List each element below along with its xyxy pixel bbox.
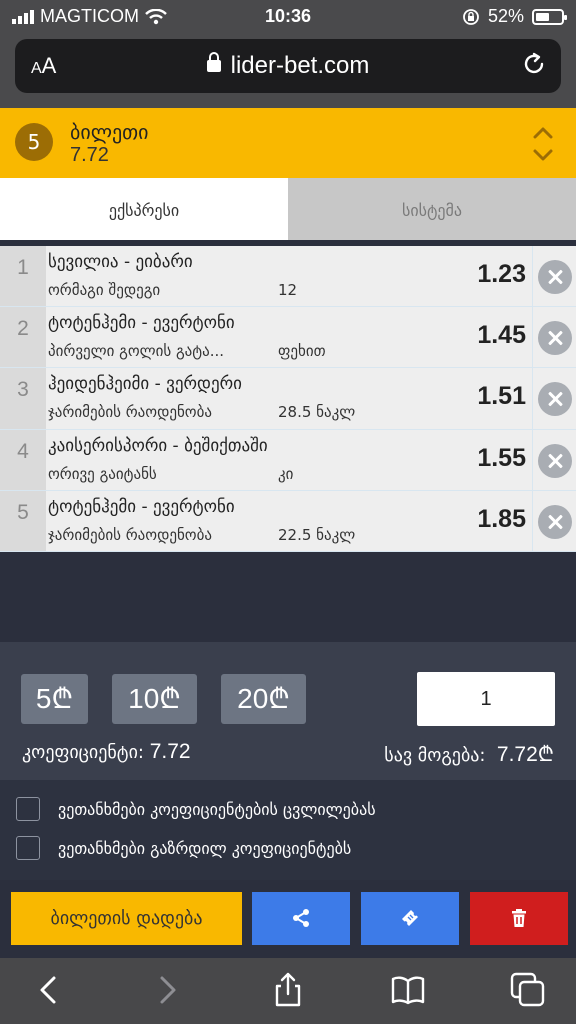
tab-system[interactable]: სისტემა: [288, 178, 576, 240]
accept-odds-change-checkbox[interactable]: [16, 797, 40, 821]
agreement-options: ვეთანხმები კოეფიციენტების ცვლილებას ვეთა…: [0, 780, 576, 880]
rotation-lock-icon: [463, 8, 479, 25]
quick-stake-20-button[interactable]: 20₾: [221, 674, 306, 724]
bet-event: ჰეიდენჰეიმი - ვერდერი: [48, 374, 242, 395]
ticket-button[interactable]: [361, 892, 459, 945]
coefficient-label: კოეფიციენტი:: [22, 742, 144, 763]
bet-pick: კი: [278, 464, 294, 483]
bet-row: 4 კაისერისპორი - ბეშიქთაში ორივე გაიტანს…: [0, 429, 576, 491]
bet-row: 1 სევილია - ეიბარი ორმაგი შედეგი 12 1.23: [0, 246, 576, 308]
possible-win-line: სავ მოგება: 7.72₾: [384, 740, 554, 768]
possible-win-value: 7.72₾: [496, 743, 554, 766]
stake-amount-input[interactable]: [417, 672, 555, 726]
bet-pick: 22.5 ნაკლ: [278, 525, 356, 544]
sort-toggle-icon[interactable]: [532, 124, 554, 164]
bet-odds: 1.23: [477, 260, 526, 288]
accept-increased-odds-checkbox[interactable]: [16, 836, 40, 860]
bet-odds: 1.45: [477, 321, 526, 350]
bet-event: ტოტენჰემი - ევერტონი: [48, 313, 235, 334]
bet-index: 5: [0, 490, 46, 551]
tabs-icon[interactable]: [510, 972, 546, 1008]
bet-index: 1: [0, 246, 46, 307]
ticket-count-badge: 5: [15, 123, 53, 161]
checkbox-label: ვეთანხმები კოეფიციენტების ცვლილებას: [58, 799, 376, 819]
bet-type-tabs: ექსპრესი სისტემა: [0, 178, 576, 240]
action-bar: ბილეთის დადება: [0, 880, 576, 958]
bet-row: 5 ტოტენჰემი - ევერტონი ჯარიმების რაოდენო…: [0, 490, 576, 552]
remove-icon[interactable]: [538, 321, 572, 356]
forward-icon[interactable]: [150, 972, 186, 1008]
lock-icon: [206, 52, 221, 72]
remove-icon[interactable]: [538, 443, 572, 478]
ticket-total-odds: 7.72: [70, 144, 109, 166]
ticket-header[interactable]: 5 ბილეთი 7.72: [0, 108, 576, 178]
checkbox-label: ვეთანხმები გაზრდილ კოეფიციენტებს: [58, 838, 352, 858]
delete-button[interactable]: [470, 892, 568, 945]
bet-odds: 1.85: [477, 504, 526, 533]
bet-event: სევილია - ეიბარი: [48, 252, 193, 272]
bet-pick: 12: [278, 281, 298, 299]
bet-row: 3 ჰეიდენჰეიმი - ვერდერი ჯარიმების რაოდენ…: [0, 368, 576, 430]
bet-market: ორმაგი შედეგი: [48, 281, 161, 299]
accept-odds-change-option[interactable]: ვეთანხმები კოეფიციენტების ცვლილებას: [16, 797, 376, 821]
address-bar[interactable]: AA lider-bet.com: [15, 39, 561, 93]
share-icon: [293, 909, 309, 927]
share-sheet-icon[interactable]: [270, 972, 306, 1008]
bet-odds: 1.51: [477, 382, 526, 411]
bet-pick: 28.5 ნაკლ: [278, 403, 356, 422]
trash-icon: [512, 909, 526, 927]
remove-icon[interactable]: [538, 504, 572, 539]
status-bar: MAGTICOM 10:36 52%: [0, 0, 576, 34]
stake-panel: 5₾ 10₾ 20₾ კოეფიციენტი: 7.72 სავ მოგება:…: [0, 642, 576, 780]
bet-market: ჯარიმების რაოდენობა: [48, 403, 212, 422]
bet-odds: 1.55: [477, 443, 526, 472]
bet-market: პირველი გოლის გატა...: [48, 342, 225, 361]
bet-list: 1 სევილია - ეიბარი ორმაგი შედეგი 12 1.23…: [0, 246, 576, 552]
battery-percent: 52%: [487, 6, 524, 26]
coefficient-line: კოეფიციენტი: 7.72: [22, 740, 191, 764]
accept-increased-odds-option[interactable]: ვეთანხმები გაზრდილ კოეფიციენტებს: [16, 836, 351, 860]
browser-address-area: AA lider-bet.com: [0, 34, 576, 108]
bet-market: ჯარიმების რაოდენობა: [48, 525, 212, 544]
bet-index: 2: [0, 307, 46, 368]
quick-stake-5-button[interactable]: 5₾: [21, 674, 88, 724]
bet-index: 4: [0, 429, 46, 490]
url-text: lider-bet.com: [230, 52, 370, 79]
possible-win-label: სავ მოგება:: [384, 745, 486, 766]
bet-event: კაისერისპორი - ბეშიქთაში: [48, 435, 268, 456]
reload-icon[interactable]: [521, 51, 547, 77]
bet-pick: ფეხით: [278, 342, 326, 361]
bet-event: ტოტენჰემი - ევერტონი: [48, 496, 235, 517]
bet-row: 2 ტოტენჰემი - ევერტონი პირველი გოლის გატ…: [0, 307, 576, 369]
place-bet-button[interactable]: ბილეთის დადება: [11, 892, 242, 945]
ticket-icon: [402, 910, 418, 926]
back-icon[interactable]: [30, 972, 66, 1008]
browser-toolbar: [0, 958, 576, 1024]
battery-icon: [532, 8, 567, 25]
quick-stake-10-button[interactable]: 10₾: [112, 674, 197, 724]
tab-express[interactable]: ექსპრესი: [0, 178, 288, 240]
bet-market: ორივე გაიტანს: [48, 464, 157, 483]
ticket-title: ბილეთი: [70, 120, 149, 144]
share-button[interactable]: [252, 892, 350, 945]
bookmarks-icon[interactable]: [390, 972, 426, 1008]
remove-icon[interactable]: [538, 382, 572, 417]
bet-index: 3: [0, 368, 46, 429]
remove-icon[interactable]: [538, 260, 572, 294]
divider: [532, 246, 533, 552]
coefficient-value: 7.72: [149, 740, 191, 763]
